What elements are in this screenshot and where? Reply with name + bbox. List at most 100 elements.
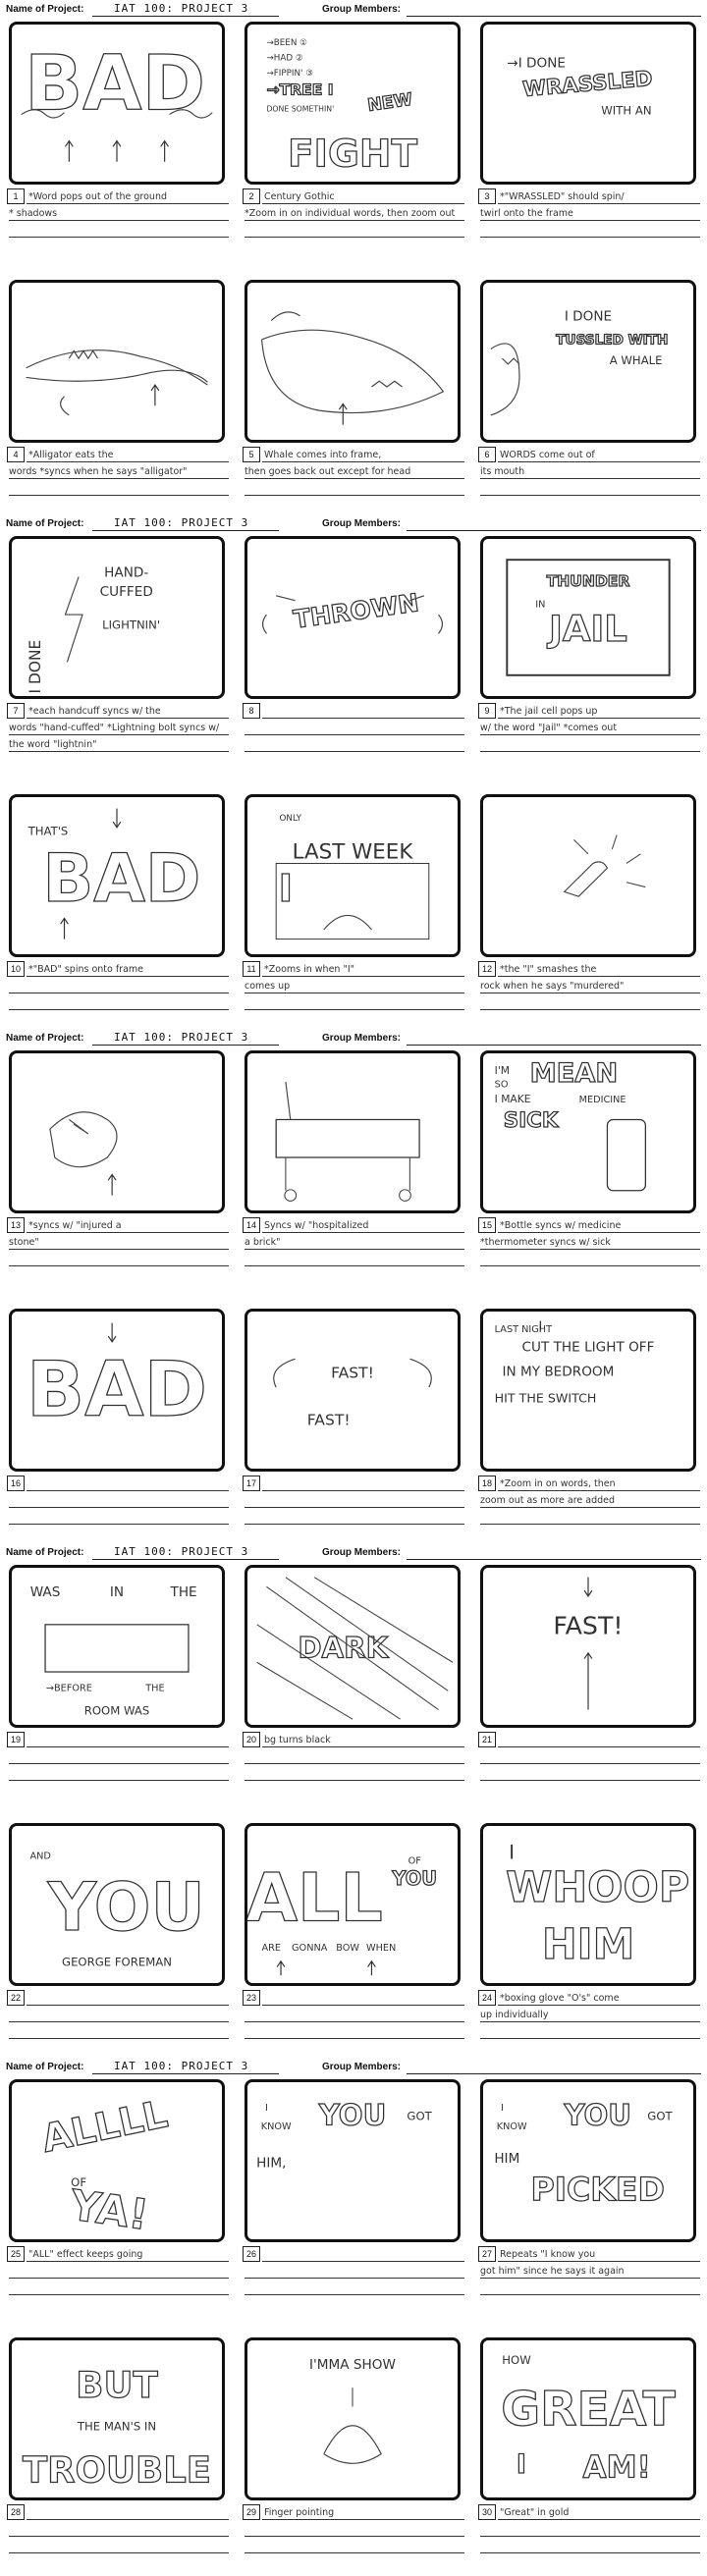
sheet-header: Name of Project: IAT 100: PROJECT 3 Grou… [6,1031,701,1048]
panel-caption-line1: *each handcuff syncs w/ the [28,706,161,717]
panel-sketch: DARK [256,1577,454,1720]
panel-art-text: HIM, [256,2156,286,2172]
panel-sketch [26,349,208,416]
panel-caption-line2: *Zoom in on individual words, then zoom … [245,208,456,219]
panel-caption-line1: "Great" in gold [500,2507,570,2518]
panel-sketch: ALL OFYOU ARE GONNA BOW WHEN [247,1856,438,1976]
panel-caption: 22 [7,1990,231,2045]
panel-sketch [275,1081,420,1202]
panel-number: 29 [243,2504,260,2520]
panel-caption-line1: *syncs w/ "injured a [28,1220,122,1231]
storyboard-panel [9,280,225,443]
panel-art-text: SO [495,1080,509,1091]
panel-caption-line2: then goes back out except for head [245,466,411,477]
panel-art-text: BOW [336,1943,359,1954]
panel-caption: 8 [243,703,466,758]
panel-caption-line2: w/ the word "Jail" *comes out [480,723,618,733]
panel-art-text: WRASSLED [521,67,653,102]
project-name-label: Name of Project: [6,4,84,15]
panel-number: 5 [243,447,260,462]
panel-art-text: HOW [502,2353,531,2367]
panel-sketch: BUT THE MAN'S IN TROUBLE [22,2363,211,2492]
panel-caption-line2: stone" [9,1237,39,1248]
panel-caption-line2: a brick" [245,1237,281,1248]
panel-caption: 2 Century Gothic *Zoom in on individual … [243,188,466,243]
panel-sketch: ALLLLOFYA! [37,2092,172,2239]
panel-caption-line1: *"WRASSLED" should spin/ [500,191,625,202]
panel-caption-line2: words "hand-cuffed" *Lightning bolt sync… [9,723,220,750]
panel-number: 6 [478,447,496,462]
storyboard-panel: WAS IN THE →BEFORE THE ROOM WAS [9,1565,225,1728]
storyboard-panel: ONLY LAST WEEK I [245,794,461,957]
panel-caption-line2: words *syncs when he says "alligator" [9,466,188,477]
panel-art-text: THE [170,1584,197,1600]
panel-sketch: →I DONEWRASSLED WITH AN [507,55,654,117]
panel-caption-line2: * shadows [9,208,58,219]
panel-caption: 28 [7,2504,231,2559]
panel-art-text: CUFFED [100,584,153,600]
project-name-value: IAT 100: PROJECT 3 [114,516,249,529]
panel-art-text: →BEFORE [46,1683,92,1693]
panel-number: 16 [7,1476,25,1491]
panel-sketch: I DONE TUSSLED WITH A WHALE [490,309,669,416]
panel-caption-line1: bg turns black [264,1735,331,1745]
panel-art-text: SICK [504,1108,560,1133]
storyboard-panel: I KNOW YOU GOT HIM, [245,2079,461,2242]
storyboard-sheet: Name of Project: IAT 100: PROJECT 3 Grou… [0,1029,707,1543]
panel-sketch: THUNDERINJAIL [506,559,671,676]
panel-caption-line2: its mouth [480,466,525,477]
panel-art-text: HIM [494,2151,519,2167]
panel-number: 23 [243,1990,260,2006]
panel-number: 24 [478,1990,496,2006]
panel-number: 13 [7,1217,25,1233]
panel-caption: 10 *"BAD" spins onto frame [7,961,231,1016]
panel-art-text: →HAD ② [266,54,302,64]
panel-art-text: YOU [318,2098,387,2131]
panel-art-text: YOU [47,1868,205,1946]
project-name-label: Name of Project: [6,1547,84,1558]
panel-sketch: FAST! [553,1577,624,1710]
panel-art-text: GREAT [501,2383,676,2438]
panel-number: 25 [7,2246,25,2262]
storyboard-panel: DARK [245,1565,461,1728]
panel-sketch: THROWN [261,588,444,634]
panel-number: 12 [478,961,496,977]
panel-art-text: I [265,2103,268,2114]
panel-caption: 9 *The jail cell pops up w/ the word "Ja… [478,703,702,758]
panel-sketch: THAT'SBAD [27,808,201,939]
panel-caption: 14 Syncs w/ "hospitalized a brick" [243,1217,466,1272]
panel-art-text: FAST! [331,1365,374,1382]
panel-art-text: BUT [76,2364,157,2406]
panel-art-text: ROOM WAS [84,1703,150,1717]
panel-art-text: ONLY [280,814,302,824]
panel-sketch: HOW GREAT I AM! [501,2353,677,2486]
panel-number: 27 [478,2246,496,2262]
panel-art-text: I DONE [27,640,44,694]
storyboard-panel [245,280,461,443]
panel-caption: 7 *each handcuff syncs w/ the words "han… [7,703,231,758]
panel-art-text: BAD [25,40,205,129]
panel-sketch: WAS IN THE →BEFORE THE ROOM WAS [30,1584,197,1717]
panel-caption-line2: rock when he says "murdered" [480,981,625,992]
panel-art-text: PICKED [531,2171,665,2209]
panel-art-text: LIGHTNIN' [102,618,160,632]
storyboard-panel: I'MMA SHOW [245,2337,461,2500]
panel-caption: 16 [7,1476,231,1530]
panel-art-text: A WHALE [610,353,663,367]
panel-sketch: ONLY LAST WEEKI [275,814,430,940]
panel-art-text: BAD [42,839,200,917]
panel-number: 3 [478,188,496,204]
panel-caption-line1: *Zooms in when "I" [264,964,355,975]
panel-caption-line2: up individually [480,2010,549,2020]
panel-art-text: IN [535,599,545,610]
panel-art-text: DONE SOMETHIN' [266,105,334,114]
project-name-value: IAT 100: PROJECT 3 [114,2060,249,2072]
storyboard-panel: I'M SO MEAN I MAKE MEDICINE SICK [480,1050,696,1213]
panel-caption-line1: Whale comes into frame, [264,450,382,460]
panel-caption: 5 Whale comes into frame, then goes back… [243,447,466,502]
storyboard-sheet: Name of Project: IAT 100: PROJECT 3 Grou… [0,514,707,1029]
panel-number: 21 [478,1732,496,1747]
panel-art-text: TUSSLED WITH [556,333,668,349]
panel-art-text: THE [144,1683,164,1693]
storyboard-panel [9,1050,225,1213]
